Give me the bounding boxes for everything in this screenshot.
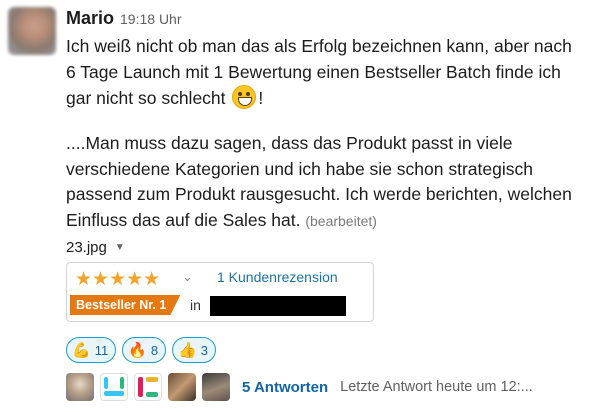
reaction-bar: 💪 11 🔥 8 👍 3 — [66, 337, 217, 363]
author-avatar[interactable] — [8, 7, 56, 55]
paragraph-1-end: ! — [258, 88, 264, 108]
replier-avatar — [202, 373, 230, 401]
message-paragraph-2: ....Man muss dazu sagen, dass das Produk… — [66, 131, 586, 234]
thumbs-up-icon: 👍 — [178, 341, 197, 359]
replier-avatar — [168, 373, 196, 401]
redacted-category — [210, 296, 346, 316]
attachment-filename-text: 23.jpg — [66, 239, 107, 256]
reviews-link: 1 Kundenrezension — [217, 269, 338, 285]
reaction-count: 3 — [200, 342, 209, 358]
chevron-down-icon: ⌄ — [182, 269, 193, 284]
replies-link[interactable]: 5 Antworten — [242, 379, 328, 396]
attachment-filename[interactable]: 23.jpg ▼ — [66, 239, 125, 256]
bestseller-badge: Bestseller Nr. 1 — [70, 295, 181, 315]
attachment-image[interactable]: ★★★★★ ⌄ 1 Kundenrezension Bestseller Nr.… — [66, 262, 374, 322]
reaction-count: 11 — [94, 342, 109, 358]
author-name[interactable]: Mario — [66, 8, 114, 29]
replier-avatar — [100, 373, 128, 401]
thread-summary[interactable]: 5 Antworten Letzte Antwort heute um 12:.… — [66, 373, 533, 401]
last-reply-text: Letzte Antwort heute um 12:... — [340, 379, 533, 395]
grinning-face-icon — [232, 85, 257, 109]
paragraph-1-text: Ich weiß nicht ob man das als Erfolg bez… — [66, 36, 572, 108]
chevron-down-icon[interactable]: ▼ — [115, 242, 125, 253]
rating-stars-icon: ★★★★★ — [75, 269, 161, 290]
reaction-thumbs-up[interactable]: 👍 3 — [172, 337, 217, 363]
message-paragraph-1: Ich weiß nicht ob man das als Erfolg bez… — [66, 34, 586, 112]
replier-avatar — [66, 373, 94, 401]
reaction-count: 8 — [150, 342, 159, 358]
category-in-label: in — [190, 297, 201, 313]
edited-label: (bearbeitet) — [305, 212, 377, 229]
reaction-flexed-biceps[interactable]: 💪 11 — [66, 337, 117, 363]
message-timestamp[interactable]: 19:18 Uhr — [120, 11, 181, 27]
reaction-fire[interactable]: 🔥 8 — [122, 337, 167, 363]
message-header: Mario 19:18 Uhr — [66, 8, 182, 30]
replier-avatar — [134, 373, 162, 401]
flexed-biceps-icon: 💪 — [72, 341, 91, 359]
fire-icon: 🔥 — [128, 341, 147, 359]
